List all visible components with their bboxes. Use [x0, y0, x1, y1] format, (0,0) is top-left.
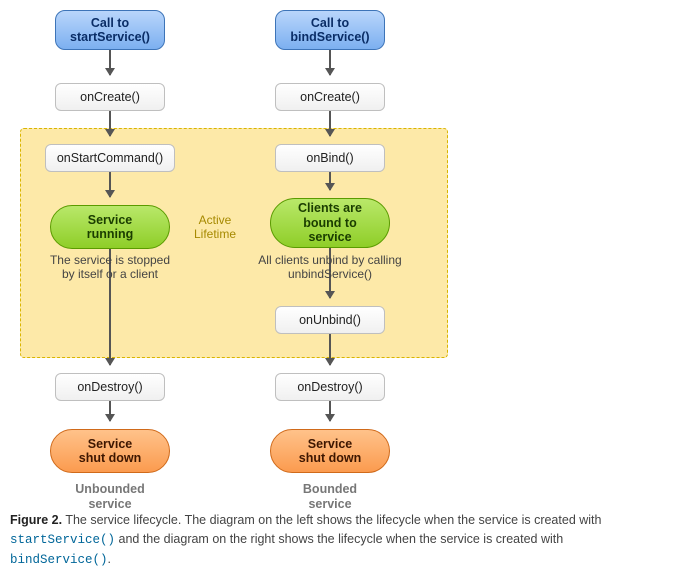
caption-text-b: and the diagram on the right shows the l… — [115, 532, 563, 546]
state-clients-bound: Clients arebound toservice — [270, 198, 390, 248]
lifecycle-diagram: ActiveLifetime Call tostartService() onC… — [10, 10, 665, 505]
arrow — [329, 111, 331, 136]
arrow — [329, 401, 331, 421]
arrow — [329, 334, 331, 365]
annotation-unbind: All clients unbind by callingunbindServi… — [245, 253, 415, 282]
annotation-stopped: The service is stoppedby itself or a cli… — [35, 253, 185, 282]
start-node-bindService: Call tobindService() — [275, 10, 385, 50]
caption-text-a: The service lifecycle. The diagram on th… — [62, 513, 601, 527]
arrow — [329, 50, 331, 75]
start-node-startService: Call tostartService() — [55, 10, 165, 50]
terminal-shutdown-left: Serviceshut down — [50, 429, 170, 473]
node-onDestroy-left: onDestroy() — [55, 373, 165, 401]
arrow — [109, 50, 111, 75]
arrow — [109, 111, 111, 136]
node-onDestroy-right: onDestroy() — [275, 373, 385, 401]
column-label-bounded: Boundedservice — [280, 482, 380, 512]
node-onCreate-left: onCreate() — [55, 83, 165, 111]
figure-caption: Figure 2. The service lifecycle. The dia… — [10, 511, 665, 569]
node-onCreate-right: onCreate() — [275, 83, 385, 111]
terminal-shutdown-right: Serviceshut down — [270, 429, 390, 473]
caption-text-c: . — [108, 552, 111, 566]
caption-code-a: startService() — [10, 533, 115, 547]
caption-code-b: bindService() — [10, 553, 108, 567]
node-onStartCommand: onStartCommand() — [45, 144, 175, 172]
figure-label: Figure 2. — [10, 513, 62, 527]
node-onBind: onBind() — [275, 144, 385, 172]
arrow — [329, 172, 331, 190]
node-onUnbind: onUnbind() — [275, 306, 385, 334]
arrow — [109, 172, 111, 197]
state-service-running: Servicerunning — [50, 205, 170, 249]
arrow — [109, 401, 111, 421]
active-lifetime-label: ActiveLifetime — [180, 213, 250, 242]
column-label-unbounded: Unboundedservice — [60, 482, 160, 512]
